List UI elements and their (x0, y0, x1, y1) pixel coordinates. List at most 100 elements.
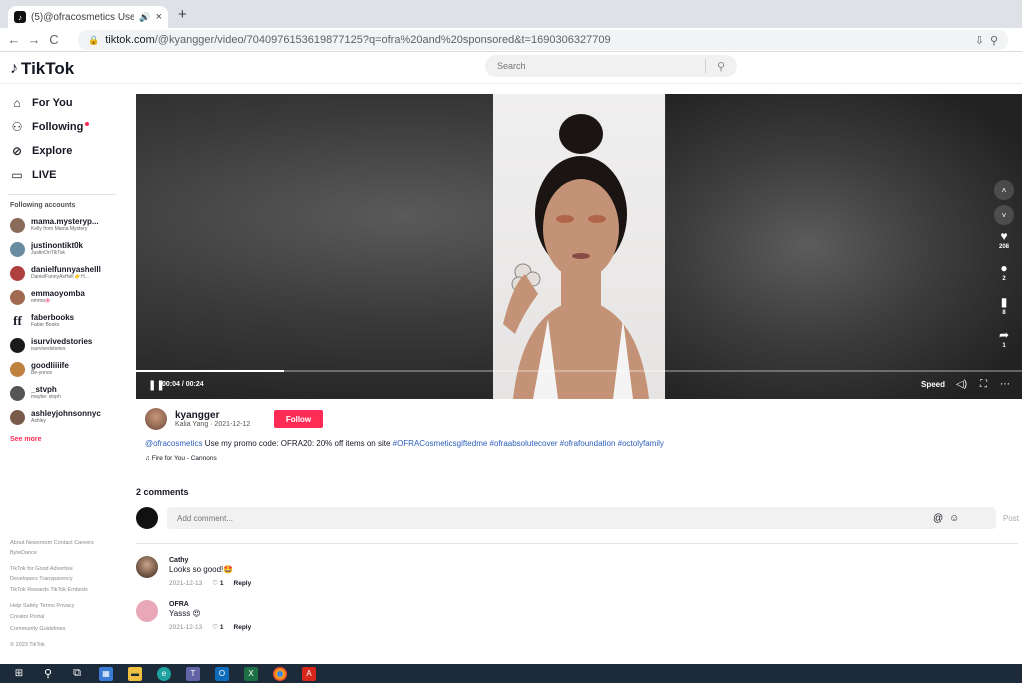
avatar (10, 289, 25, 305)
comment-like-count: 1 (219, 580, 224, 587)
account-name: emmaoyomba (31, 289, 85, 298)
comment-input[interactable] (167, 513, 927, 523)
teams-icon[interactable]: T (186, 666, 200, 681)
site-header: ♪ TikTok ⚲ (0, 52, 1022, 84)
footer-links[interactable]: ByteDance (10, 548, 122, 558)
excel-icon[interactable]: X (244, 666, 258, 681)
video-thumbnail-person (503, 114, 649, 399)
url-host: tiktok.com (105, 34, 155, 46)
comment-like-count: 1 (219, 624, 224, 631)
following-account[interactable]: ff faberbooks Faber Books (10, 310, 125, 332)
reply-button[interactable]: Reply (234, 580, 252, 587)
following-account[interactable]: justinontikt0k JustinOnTikTok (10, 238, 125, 260)
volume-icon[interactable]: ◁) (956, 379, 967, 390)
tiktok-favicon-icon: ♪ (14, 11, 26, 23)
comment-author[interactable]: Cathy (169, 557, 188, 564)
outlook-icon[interactable]: O (215, 666, 229, 681)
following-account[interactable]: ashleyjohnsonnyc Ashley (10, 406, 125, 428)
comment-button[interactable]: ● 2 (992, 262, 1016, 282)
nav-live[interactable]: ▭ LIVE (10, 168, 56, 182)
video-progress-bar[interactable] (136, 370, 1022, 372)
emoji-icon[interactable]: ☺ (949, 513, 959, 524)
install-app-icon[interactable]: ⇩ (975, 34, 984, 47)
reload-icon[interactable]: C (44, 32, 64, 47)
music-title: Fire for You - Cannons (151, 455, 217, 462)
footer-links[interactable]: TikTok for Good Advertise (10, 564, 122, 574)
following-account[interactable]: isurvivedstories isurvivedstories (10, 334, 125, 356)
search-icon[interactable]: ⚲ (706, 60, 736, 73)
mention-icon[interactable]: @ (933, 513, 943, 524)
follow-button[interactable]: Follow (274, 410, 323, 428)
footer-links[interactable]: Community Guidelines (10, 624, 122, 634)
browser-tab[interactable]: ♪ (5)@ofracosmetics Use my p 🔊 × (8, 6, 168, 28)
music-link[interactable]: ♫ Fire for You - Cannons (145, 455, 217, 462)
account-sub: Kelly from Mama Mystery (31, 226, 88, 232)
avatar (10, 361, 25, 377)
nav-following[interactable]: ⚇ Following (10, 120, 90, 134)
chevron-up-icon[interactable]: ˄ (994, 180, 1014, 200)
nav-explore[interactable]: ⊘ Explore (10, 144, 72, 158)
footer-links[interactable]: TikTok Rewards TikTok Embeds (10, 585, 122, 595)
share-button[interactable]: ➦ 1 (992, 329, 1016, 349)
widgets-icon[interactable]: ▦ (99, 666, 113, 681)
tiktok-note-icon: ♪ (10, 60, 18, 77)
comment-author[interactable]: OFRA (169, 601, 189, 608)
footer-links[interactable]: Creator Portal (10, 612, 122, 622)
more-options-icon[interactable]: ⋯ (1000, 379, 1010, 390)
post-comment-button[interactable]: Post (1003, 514, 1019, 523)
footer-links[interactable]: Help Safety Terms Privacy (10, 601, 122, 611)
forward-arrow-icon[interactable]: → (24, 32, 44, 47)
description-text: Use my promo code: OFRA20: 20% off items… (202, 439, 393, 448)
footer-links[interactable]: About Newsroom Contact Careers (10, 538, 122, 548)
following-account[interactable]: mama.mysteryp... Kelly from Mama Mystery (10, 214, 125, 236)
windows-start-icon[interactable]: ⊞ (12, 667, 26, 681)
search-input[interactable] (485, 61, 705, 71)
avatar[interactable] (136, 556, 158, 578)
chevron-down-icon[interactable]: ˅ (994, 205, 1014, 225)
fullscreen-icon[interactable]: ⛶ (980, 379, 987, 390)
following-account[interactable]: emmaoyomba emma🌸 (10, 286, 125, 308)
speaker-icon[interactable]: 🔊 (139, 12, 150, 23)
avatar (145, 408, 167, 430)
acrobat-icon[interactable]: A (302, 666, 316, 681)
search-icon[interactable]: ⚲ (41, 667, 55, 681)
save-button[interactable]: ▮ 8 (992, 296, 1016, 316)
zoom-icon[interactable]: ⚲ (990, 34, 998, 47)
avatar[interactable] (136, 600, 158, 622)
like-button[interactable]: ♥ 208 (992, 230, 1016, 250)
footer-links[interactable]: Developers Transparency (10, 574, 122, 584)
sidebar: ⌂ For You ⚇ Following ⊘ Explore ▭ LIVE F… (0, 84, 128, 664)
like-count: 208 (998, 244, 1009, 250)
mention-link[interactable]: @ofracosmetics (145, 439, 202, 448)
following-account[interactable]: goodliiiife Be-yonce (10, 358, 125, 380)
following-account[interactable]: danielfunnyashelll DanielFunnyAsHell 👉H..… (10, 262, 125, 284)
post-author[interactable]: kyangger Kalia Yang · 2021-12-12 (145, 408, 250, 430)
video-nav-buttons: ˄ ˅ (994, 180, 1014, 230)
new-tab-button[interactable]: + (178, 6, 187, 23)
tab-close-icon[interactable]: × (156, 11, 162, 23)
browser-tab-strip: ♪ (5)@ofracosmetics Use my p 🔊 × + (0, 0, 1022, 28)
file-explorer-icon[interactable]: ▬ (128, 666, 142, 681)
hashtag-links[interactable]: #OFRACosmeticsgiftedme #ofraabsolutecove… (393, 439, 664, 448)
see-more-link[interactable]: See more (10, 436, 42, 443)
following-account[interactable]: _stvph maybe: stvph (10, 382, 125, 404)
comment-meta: 2021-12-13 ♡ 1 Reply (169, 623, 252, 632)
chrome-icon[interactable] (273, 666, 287, 681)
reply-button[interactable]: Reply (234, 624, 252, 631)
compass-icon: ⊘ (11, 144, 23, 158)
tiktok-logo[interactable]: ♪ TikTok (10, 59, 74, 79)
comment-like-button[interactable]: ♡ 1 (212, 623, 223, 631)
account-name: goodliiiife (31, 361, 69, 370)
nav-for-you[interactable]: ⌂ For You (10, 96, 72, 110)
account-name: danielfunnyashelll (31, 265, 101, 274)
video-progress-fill (136, 370, 284, 372)
address-bar[interactable]: 🔒 tiktok.com/@kyangger/video/70409761536… (78, 30, 1008, 50)
comment-date: 2021-12-13 (169, 579, 203, 587)
comment-like-button[interactable]: ♡ 1 (212, 579, 223, 587)
edge-icon[interactable]: e (157, 666, 171, 681)
video-player[interactable]: ˄ ˅ ♥ 208 ● 2 ▮ 8 ➦ 1 ❚❚ 00:04 / 00:24 Speed… (136, 94, 1022, 399)
task-view-icon[interactable]: ⧉ (70, 667, 84, 681)
back-arrow-icon[interactable]: ← (4, 32, 24, 47)
speed-button[interactable]: Speed (921, 380, 945, 389)
tab-title: (5)@ofracosmetics Use my p (31, 11, 135, 23)
